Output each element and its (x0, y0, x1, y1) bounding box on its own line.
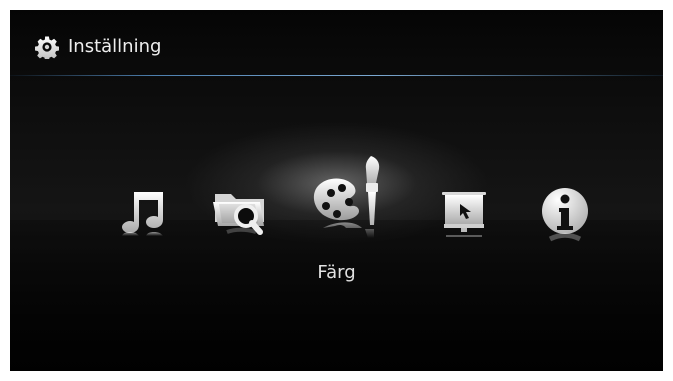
header-divider (10, 75, 663, 76)
info-icon (542, 188, 588, 242)
gear-icon (35, 36, 59, 59)
settings-header: Inställning (10, 10, 663, 80)
music-setting-button[interactable] (117, 186, 165, 244)
display-setting-button[interactable] (441, 182, 487, 242)
page-title: Inställning (68, 36, 162, 57)
selected-setting-label: Färg (317, 262, 356, 283)
music-icon (122, 192, 163, 236)
presentation-screen-icon (442, 192, 486, 237)
settings-carousel (10, 150, 663, 245)
palette-brush-icon (313, 156, 380, 238)
file-browser-setting-button[interactable] (211, 178, 269, 240)
color-setting-button[interactable] (311, 150, 391, 242)
info-setting-button[interactable] (538, 182, 592, 244)
settings-screen: Inställning Färg (10, 10, 663, 371)
folder-search-icon (213, 194, 264, 235)
